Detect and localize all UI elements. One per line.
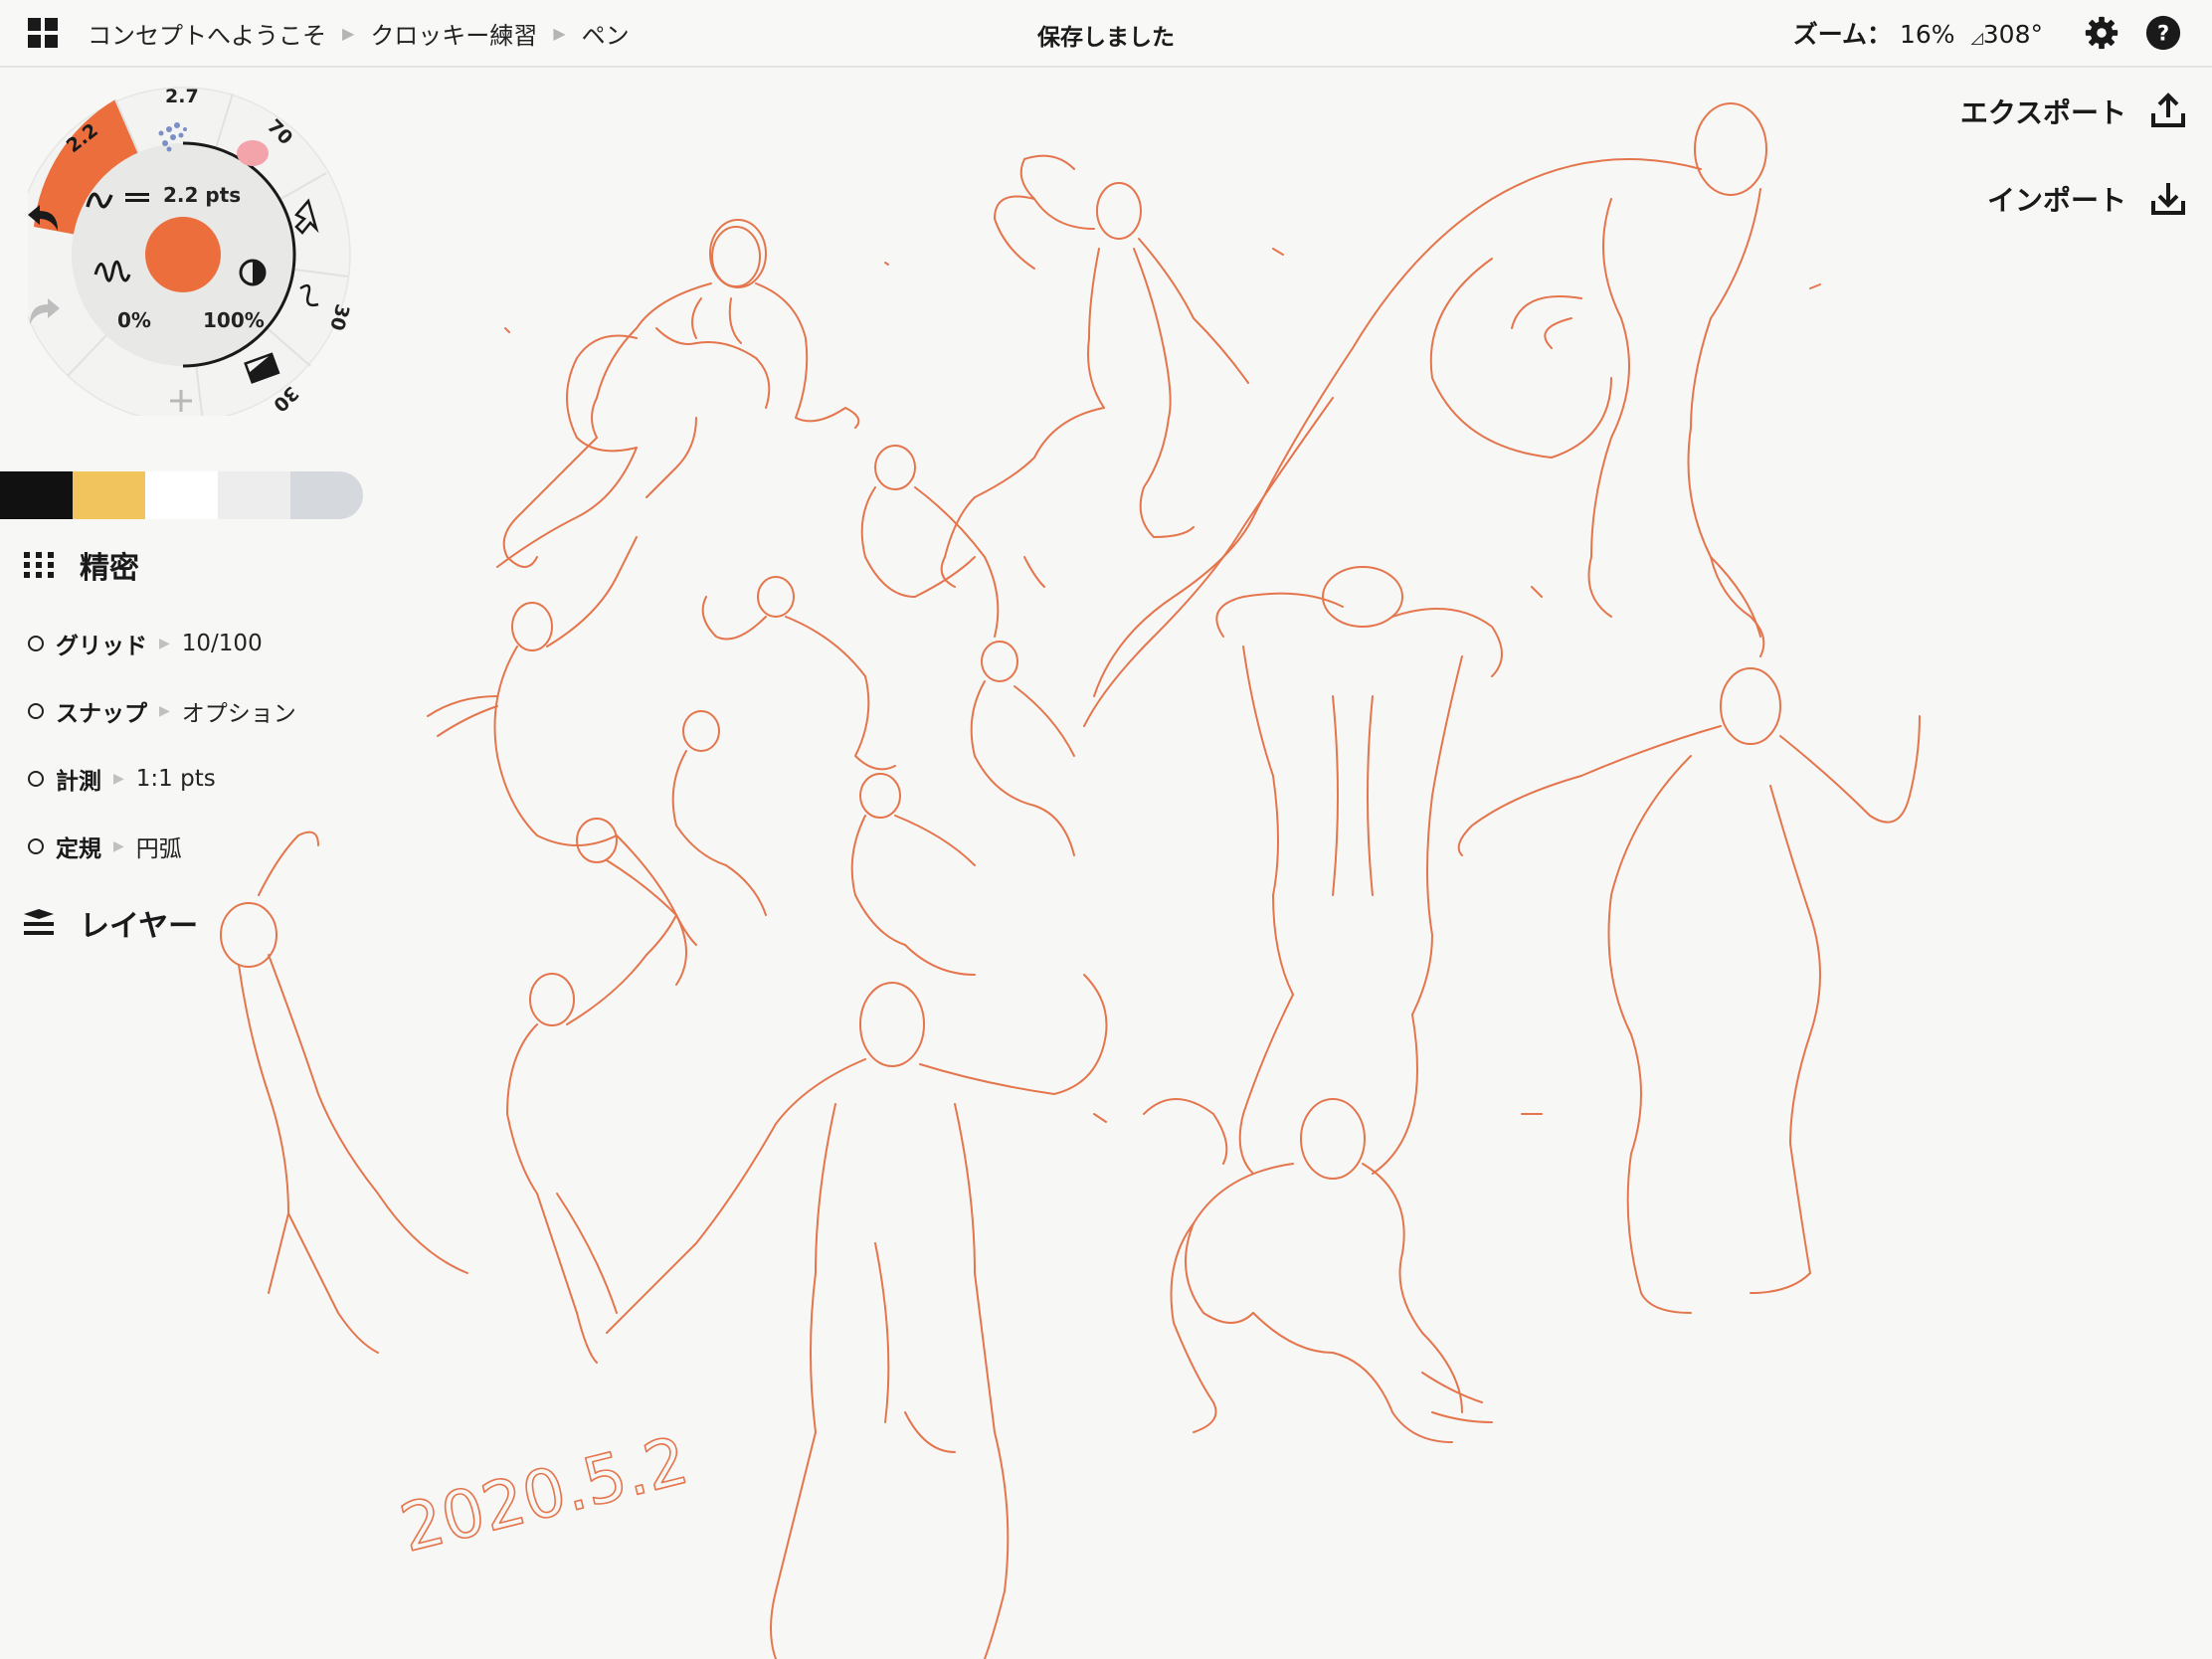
sketch-figure bbox=[496, 219, 860, 568]
import-icon bbox=[2151, 183, 2185, 215]
toggle-circle-icon[interactable] bbox=[28, 838, 44, 854]
sketch-figure bbox=[427, 536, 697, 946]
grid-dots-icon bbox=[24, 552, 54, 578]
snap-option[interactable]: スナップ ▶ オプション bbox=[28, 694, 296, 728]
date-signature: 2020.5.2 bbox=[393, 1422, 695, 1567]
zoom-label: ズーム： bbox=[1792, 20, 1892, 49]
angle-icon: ◿ bbox=[1970, 28, 1983, 47]
tool-wheel: 2.2 2.7 70 30 30 2.2 pts 0% 100% bbox=[15, 78, 366, 423]
gear-icon[interactable] bbox=[2083, 14, 2120, 52]
chevron-right-icon: ▶ bbox=[342, 23, 355, 43]
import-label: インポート bbox=[1986, 184, 2126, 217]
top-bar: コンセプトへようこそ ▶ クロッキー練習 ▶ ペン 保存しました ズーム： 16… bbox=[0, 0, 2212, 68]
color-swatch[interactable] bbox=[0, 471, 73, 519]
chevron-right-icon: ▶ bbox=[159, 703, 170, 719]
pencil-size-label[interactable]: 2.7 bbox=[165, 86, 199, 107]
sketch-figure bbox=[1143, 1098, 1493, 1443]
ruler-option[interactable]: 定規 ▶ 円弧 bbox=[28, 830, 182, 863]
layers-icon bbox=[24, 909, 54, 935]
save-status-text: 保存しました bbox=[1037, 25, 1175, 51]
option-value[interactable]: オプション bbox=[182, 694, 296, 728]
rotation-value: 308° bbox=[1982, 20, 2043, 49]
color-swatch[interactable] bbox=[73, 471, 145, 519]
export-button[interactable]: エクスポート bbox=[1960, 90, 2188, 133]
sketch-figure bbox=[220, 830, 468, 1354]
chevron-right-icon: ▶ bbox=[159, 636, 170, 651]
toggle-circle-icon[interactable] bbox=[28, 636, 44, 651]
option-value[interactable]: 1:1 pts bbox=[136, 766, 216, 792]
sketch-figure bbox=[940, 154, 1249, 588]
chevron-right-icon: ▶ bbox=[113, 771, 124, 787]
undo-icon[interactable] bbox=[24, 201, 64, 237]
option-value[interactable]: 10/100 bbox=[182, 631, 263, 656]
precision-title: 精密 bbox=[80, 551, 139, 586]
option-name: 定規 bbox=[56, 836, 101, 862]
sketch-strokes: 2020.5.2 bbox=[220, 102, 1921, 1659]
color-picker-button[interactable] bbox=[145, 217, 221, 292]
sketch-date: 2020.5.2 bbox=[392, 1421, 695, 1567]
stroke-weight-value[interactable]: 2.2 pts bbox=[163, 183, 241, 207]
option-name: 計測 bbox=[56, 769, 101, 795]
zoom-value: 16% bbox=[1899, 20, 1955, 49]
sketch-figure bbox=[606, 974, 1108, 1659]
layers-header[interactable]: レイヤー bbox=[22, 901, 198, 945]
gallery-grid-icon[interactable] bbox=[28, 18, 58, 48]
option-value[interactable]: 円弧 bbox=[136, 830, 182, 863]
color-palette bbox=[0, 471, 363, 519]
breadcrumb-item-gallery[interactable]: コンセプトへようこそ bbox=[88, 16, 326, 51]
toggle-circle-icon[interactable] bbox=[28, 771, 44, 787]
breadcrumb: コンセプトへようこそ ▶ クロッキー練習 ▶ ペン bbox=[88, 16, 630, 50]
measure-option[interactable]: 計測 ▶ 1:1 pts bbox=[28, 762, 216, 796]
import-button[interactable]: インポート bbox=[1987, 177, 2188, 221]
sketch-figure bbox=[1457, 667, 1921, 1314]
layers-title: レイヤー bbox=[80, 909, 199, 944]
color-swatch[interactable] bbox=[145, 471, 218, 519]
chevron-right-icon: ▶ bbox=[553, 23, 566, 43]
breadcrumb-item-layer[interactable]: ペン bbox=[582, 16, 630, 51]
color-swatch[interactable] bbox=[290, 471, 363, 519]
toggle-circle-icon[interactable] bbox=[28, 703, 44, 719]
sketch-figure bbox=[506, 914, 677, 1364]
export-icon bbox=[2151, 92, 2185, 127]
option-name: スナップ bbox=[56, 701, 147, 727]
sketch-figure bbox=[1083, 102, 1767, 727]
help-icon[interactable]: ? bbox=[2144, 14, 2182, 52]
sketch-figure bbox=[576, 445, 1075, 986]
svg-text:?: ? bbox=[2157, 22, 2169, 46]
opacity-value[interactable]: 100% bbox=[203, 308, 265, 332]
breadcrumb-item-drawing[interactable]: クロッキー練習 bbox=[370, 16, 537, 51]
precision-header[interactable]: 精密 bbox=[22, 543, 139, 587]
redo-icon[interactable] bbox=[24, 294, 64, 330]
grid-option[interactable]: グリッド ▶ 10/100 bbox=[28, 627, 263, 660]
option-name: グリッド bbox=[56, 634, 147, 659]
color-swatch[interactable] bbox=[218, 471, 290, 519]
sketch-figure bbox=[1215, 566, 1503, 1175]
export-label: エクスポート bbox=[1959, 96, 2126, 129]
chevron-right-icon: ▶ bbox=[113, 838, 124, 854]
smoothing-value[interactable]: 0% bbox=[117, 308, 151, 332]
zoom-indicator[interactable]: ズーム： 16% ◿308° bbox=[1793, 15, 2043, 51]
